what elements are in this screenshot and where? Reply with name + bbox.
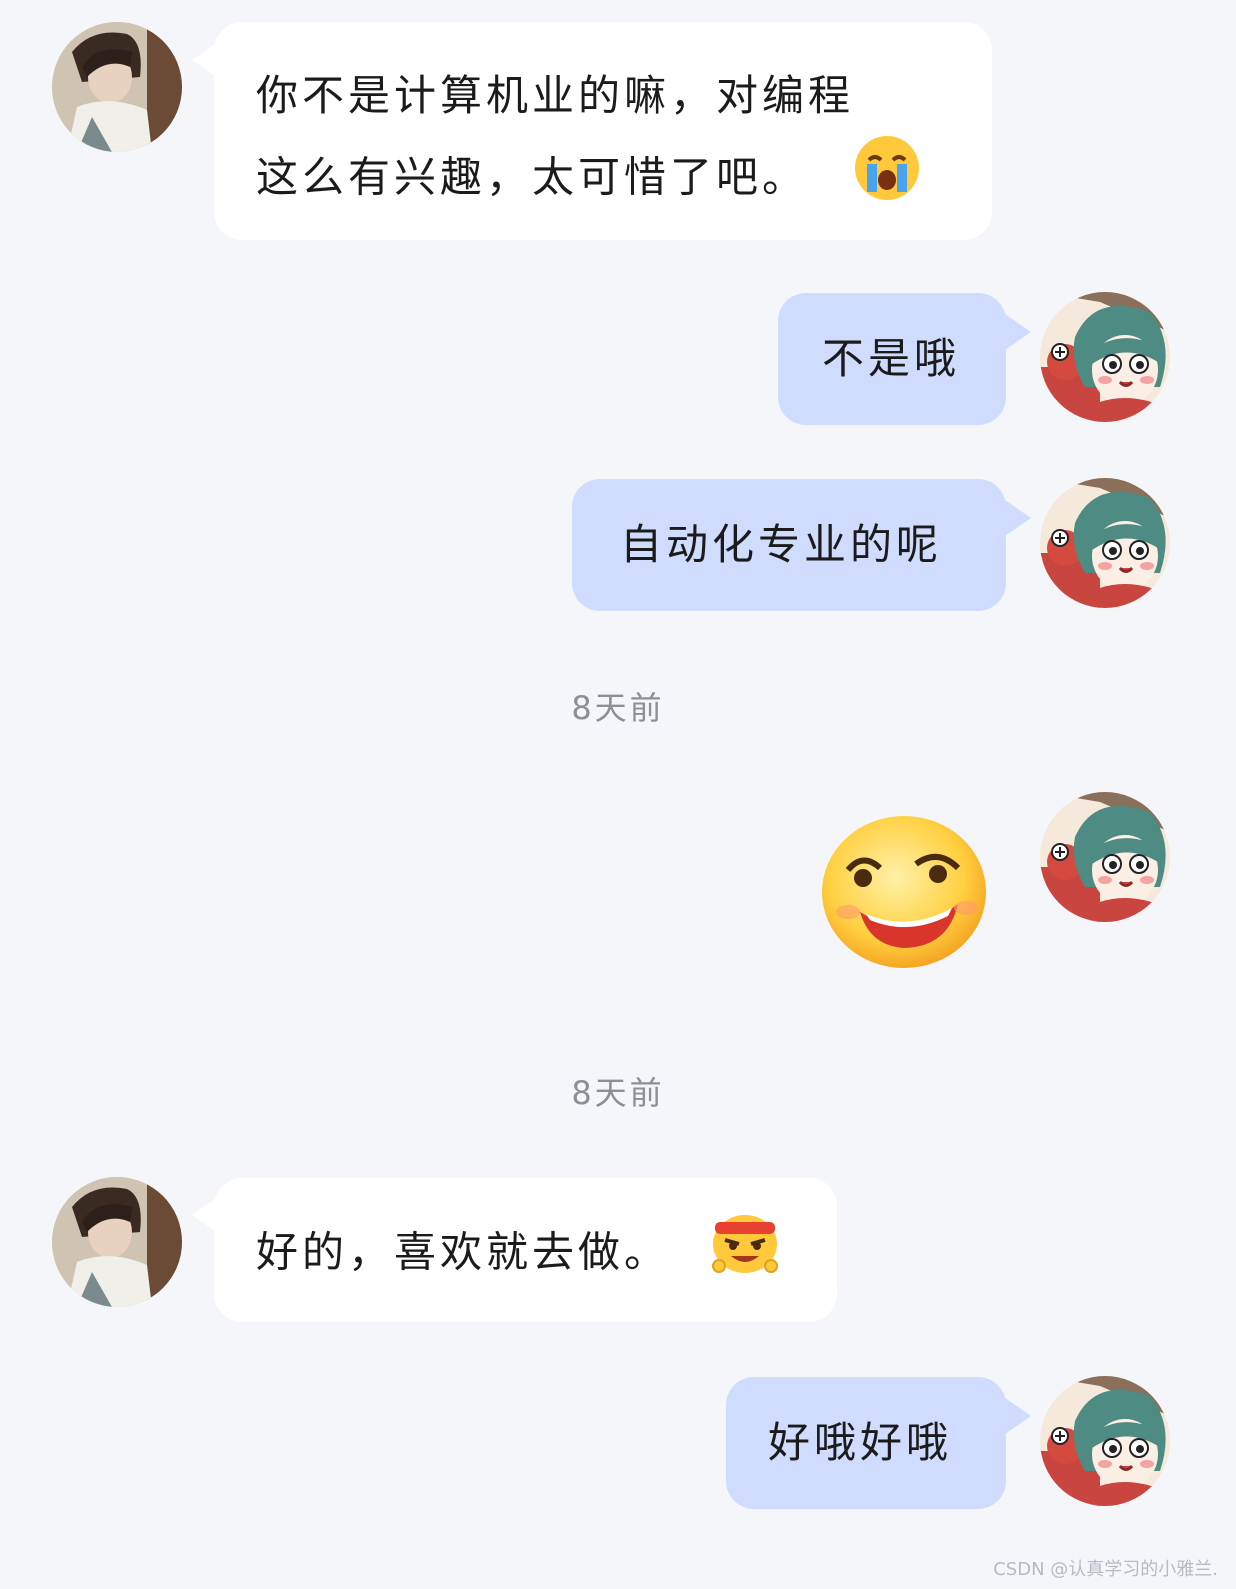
user-avatar-image bbox=[1040, 1376, 1170, 1506]
bubble-tail bbox=[1005, 314, 1031, 350]
user-avatar-image bbox=[1040, 478, 1170, 608]
determined-headband-face-icon bbox=[711, 1212, 779, 1298]
crying-face-icon bbox=[853, 134, 921, 226]
bubble-tail bbox=[1005, 500, 1031, 536]
message-text-line-2: 这么有兴趣，太可惜了吧。 bbox=[256, 134, 992, 226]
user-avatar[interactable] bbox=[1040, 792, 1170, 922]
message-text: 不是哦 bbox=[822, 334, 961, 383]
message-bubble[interactable]: 好的，喜欢就去做。 bbox=[214, 1178, 837, 1322]
message-text: 好哦好哦 bbox=[768, 1418, 953, 1467]
timestamp: 8天前 bbox=[571, 1074, 665, 1112]
message-bubble[interactable]: 好哦好哦 bbox=[726, 1377, 1006, 1509]
user-avatar[interactable] bbox=[1040, 292, 1170, 422]
csdn-watermark: CSDN @认真学习的小雅兰. bbox=[993, 1559, 1218, 1580]
timestamp: 8天前 bbox=[571, 689, 665, 727]
contact-avatar[interactable] bbox=[52, 1177, 182, 1307]
user-avatar-image bbox=[1040, 292, 1170, 422]
message-bubble[interactable]: 自动化专业的呢 bbox=[572, 479, 1006, 611]
message-text-line-2-text: 这么有兴趣，太可惜了吧。 bbox=[256, 152, 809, 202]
contact-avatar-image bbox=[52, 22, 182, 152]
user-avatar[interactable] bbox=[1040, 1376, 1170, 1506]
message-text: 好的，喜欢就去做。 bbox=[256, 1227, 671, 1277]
contact-avatar-image bbox=[52, 1177, 182, 1307]
message-bubble[interactable]: 你不是计算机业的嘛，对编程 这么有兴趣，太可惜了吧。 bbox=[214, 22, 992, 240]
bubble-tail bbox=[1005, 1398, 1031, 1434]
message-text: 自动化专业的呢 bbox=[620, 520, 943, 569]
message-text-line-1: 你不是计算机业的嘛，对编程 bbox=[256, 71, 855, 120]
contact-avatar[interactable] bbox=[52, 22, 182, 152]
user-avatar[interactable] bbox=[1040, 478, 1170, 608]
grinning-smirk-sticker-icon[interactable] bbox=[818, 812, 990, 972]
user-avatar-image bbox=[1040, 792, 1170, 922]
message-bubble[interactable]: 不是哦 bbox=[778, 293, 1006, 425]
